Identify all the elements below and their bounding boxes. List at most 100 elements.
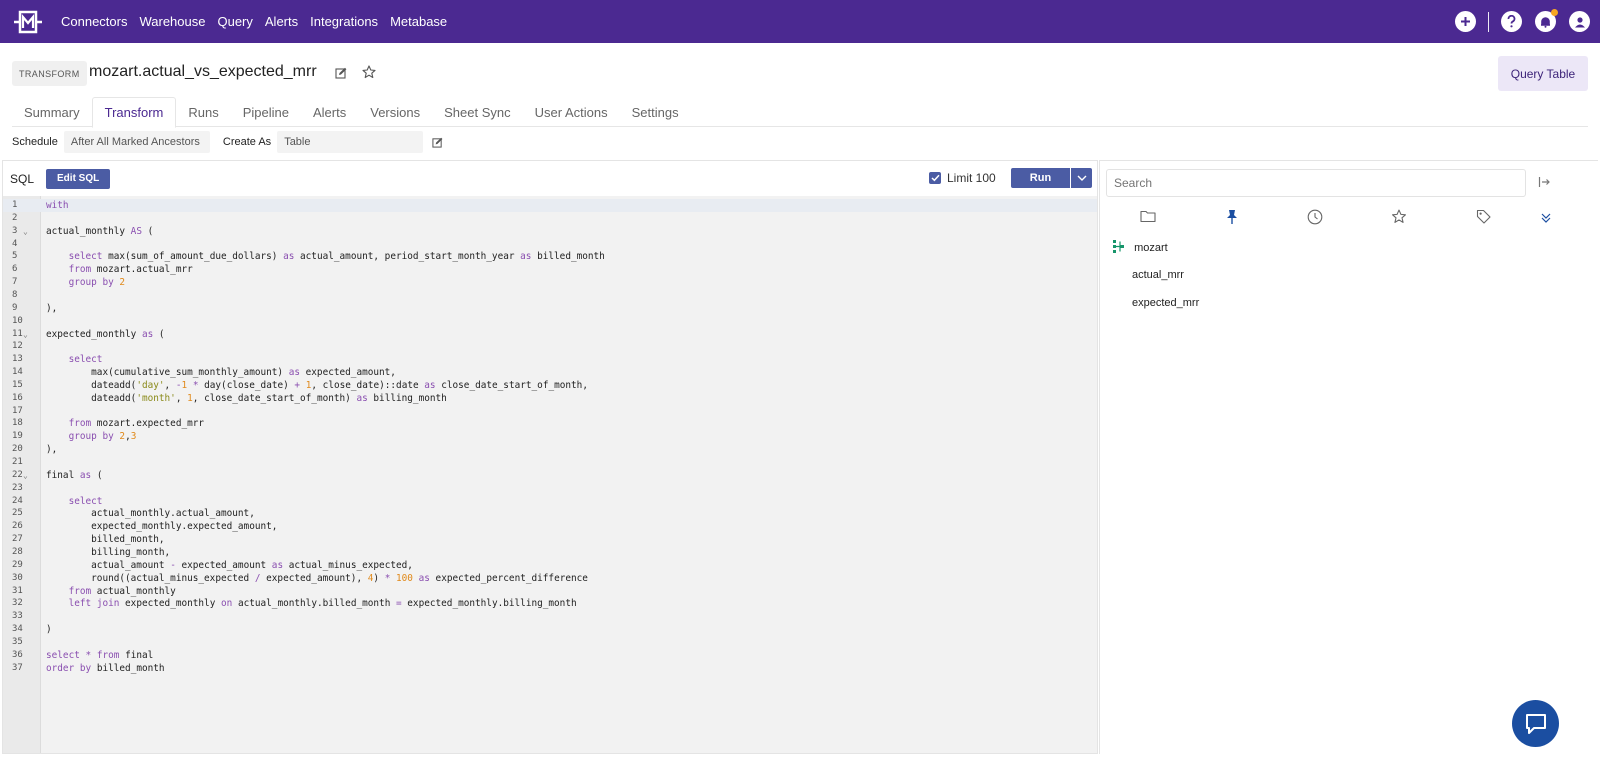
tab-user-actions[interactable]: User Actions (523, 97, 620, 127)
code-line[interactable]: 3 ⌄ actual_monthly AS ( (3, 225, 1097, 238)
code-line[interactable]: 12 (3, 340, 1097, 353)
schedule-row: Schedule After All Marked Ancestors Crea… (12, 131, 443, 153)
line-number: 27 (12, 534, 23, 545)
code-line[interactable]: 29 actual_amount - expected_amount as ac… (3, 559, 1097, 572)
nav-link-integrations[interactable]: Integrations (310, 14, 378, 29)
nav-link-metabase[interactable]: Metabase (390, 14, 447, 29)
folder-icon[interactable] (1140, 209, 1156, 228)
code-line[interactable]: 34) (3, 623, 1097, 636)
star-icon[interactable] (1391, 209, 1407, 229)
chat-icon (1524, 713, 1548, 735)
code-line[interactable]: 18 from mozart.expected_mrr (3, 417, 1097, 430)
run-button[interactable]: Run (1011, 168, 1070, 188)
limit-toggle[interactable]: Limit 100 (929, 171, 996, 185)
code-line[interactable]: 32 left join expected_monthly on actual_… (3, 597, 1097, 610)
tab-runs[interactable]: Runs (176, 97, 230, 127)
tag-icon[interactable] (1476, 209, 1491, 229)
code-line[interactable]: 7 group by 2 (3, 276, 1097, 289)
code-line[interactable]: 5 select max(sum_of_amount_due_dollars) … (3, 250, 1097, 263)
code-text: actual_amount - expected_amount as actua… (46, 559, 413, 571)
line-number: 1 (12, 200, 18, 210)
code-line[interactable]: 4 (3, 238, 1097, 251)
code-text: ) (46, 624, 52, 636)
code-line[interactable]: 25 actual_monthly.actual_amount, (3, 507, 1097, 520)
nav-link-connectors[interactable]: Connectors (61, 14, 127, 29)
tab-bar: Summary Transform Runs Pipeline Alerts V… (12, 97, 1588, 128)
tab-alerts[interactable]: Alerts (301, 97, 358, 127)
code-line[interactable]: 2 (3, 212, 1097, 225)
bell-icon[interactable] (1535, 9, 1558, 32)
limit-checkbox[interactable] (929, 172, 941, 184)
user-icon[interactable] (1569, 11, 1590, 32)
line-number: 28 (12, 546, 23, 557)
code-line[interactable]: 21 (3, 456, 1097, 469)
clock-icon[interactable] (1307, 209, 1323, 230)
code-line[interactable]: 20), (3, 443, 1097, 456)
nav-link-warehouse[interactable]: Warehouse (139, 14, 205, 29)
code-line[interactable]: 31 from actual_monthly (3, 585, 1097, 598)
nav-link-alerts[interactable]: Alerts (265, 14, 298, 29)
query-table-button[interactable]: Query Table (1498, 56, 1588, 91)
code-line[interactable]: 19 group by 2,3 (3, 430, 1097, 443)
tab-settings[interactable]: Settings (620, 97, 691, 127)
run-options-dropdown[interactable] (1071, 168, 1092, 188)
help-icon[interactable] (1501, 11, 1522, 32)
collapse-panel-icon[interactable] (1538, 175, 1551, 193)
code-line[interactable]: 37 order by billed_month (3, 662, 1097, 675)
search-input[interactable] (1106, 169, 1526, 197)
code-line[interactable]: 11 ⌄ expected_monthly as ( (3, 328, 1097, 341)
code-line[interactable]: 27 billed_month, (3, 533, 1097, 546)
logo-icon[interactable] (12, 9, 44, 35)
tree-item-mozart[interactable]: mozart (1112, 239, 1168, 257)
code-line[interactable]: 23 (3, 482, 1097, 495)
code-line[interactable]: 14 max(cumulative_sum_monthly_amount) as… (3, 366, 1097, 379)
tab-pipeline[interactable]: Pipeline (231, 97, 301, 127)
code-line[interactable]: 22 ⌄ final as ( (3, 469, 1097, 482)
code-line[interactable]: 6 from mozart.actual_mrr (3, 263, 1097, 276)
edit-sql-button[interactable]: Edit SQL (46, 168, 111, 189)
tab-sheet-sync[interactable]: Sheet Sync (432, 97, 523, 127)
plus-icon[interactable] (1455, 11, 1476, 32)
code-line[interactable]: 26 expected_monthly.expected_amount, (3, 520, 1097, 533)
fold-chevron-icon[interactable]: ⌄ (23, 328, 28, 341)
code-editor[interactable]: 1 with 2 3 ⌄ actual_monthly AS (4 5 select max… (3, 196, 1097, 753)
code-line[interactable]: 28 billing_month, (3, 546, 1097, 559)
tree-item-expected-mrr[interactable]: expected_mrr (1132, 297, 1199, 309)
create-as-select[interactable]: Table (277, 131, 424, 153)
edit-schedule-icon[interactable] (432, 137, 443, 148)
code-line[interactable]: 24 select (3, 495, 1097, 508)
tab-summary[interactable]: Summary (12, 97, 92, 127)
line-number: 23 (12, 482, 23, 493)
line-number: 21 (12, 457, 23, 467)
fold-chevron-icon[interactable]: ⌄ (23, 225, 28, 238)
pin-icon[interactable] (1226, 209, 1238, 230)
code-line[interactable]: 8 (3, 289, 1097, 302)
line-number: 24 (12, 495, 23, 506)
code-line[interactable]: 35 (3, 636, 1097, 649)
fold-chevron-icon[interactable]: ⌄ (23, 469, 28, 482)
code-line[interactable]: 10 (3, 315, 1097, 328)
tab-transform[interactable]: Transform (91, 97, 177, 128)
code-line[interactable]: 15 dateadd('day', -1 * day(close_date) +… (3, 379, 1097, 392)
edit-title-icon[interactable] (335, 66, 347, 84)
code-line[interactable]: 17 (3, 405, 1097, 418)
code-line[interactable]: 16 dateadd('month', 1, close_date_start_… (3, 392, 1097, 405)
star-icon[interactable] (362, 65, 376, 84)
code-line[interactable]: 9), (3, 302, 1097, 315)
code-text: group by 2 (68, 277, 126, 289)
code-line[interactable]: 30 round((actual_minus_expected / expect… (3, 572, 1097, 585)
nav-link-query[interactable]: Query (217, 14, 252, 29)
code-text: with (46, 200, 69, 211)
code-text: select max(sum_of_amount_due_dollars) as… (68, 251, 605, 263)
code-line[interactable]: 13 select (3, 353, 1097, 366)
line-number: 6 (12, 264, 18, 275)
tree-item-actual-mrr[interactable]: actual_mrr (1132, 269, 1184, 281)
schedule-select[interactable]: After All Marked Ancestors (63, 131, 210, 153)
tab-versions[interactable]: Versions (358, 97, 432, 127)
expand-all-icon[interactable] (1540, 211, 1552, 229)
chat-support-button[interactable] (1512, 700, 1559, 747)
line-number: 35 (12, 636, 23, 647)
code-line[interactable]: 36 select * from final (3, 649, 1097, 662)
code-line[interactable]: 1 with (3, 199, 1097, 212)
code-line[interactable]: 33 (3, 610, 1097, 623)
